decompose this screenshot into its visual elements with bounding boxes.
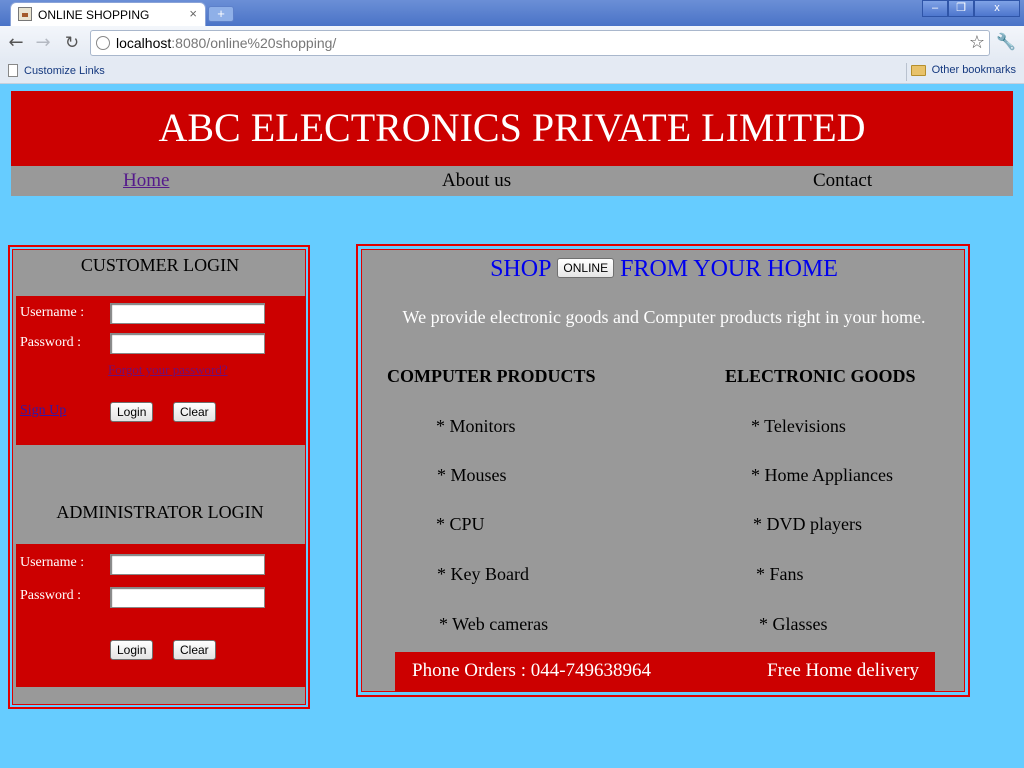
bookmarks-divider <box>906 63 907 81</box>
bookmark-customize-links[interactable]: Customize Links <box>8 64 105 77</box>
free-delivery: Free Home delivery <box>767 660 919 681</box>
computer-products-heading: COMPUTER PRODUCTS <box>387 366 596 386</box>
url-text[interactable]: localhost:8080/online%20shopping/ <box>116 35 336 51</box>
computer-product-item: * CPU <box>436 514 485 534</box>
electronic-good-item: * Home Appliances <box>751 465 893 485</box>
nav-home-link[interactable]: Home <box>123 170 169 192</box>
customer-login-form: Username : Password : Forgot your passwo… <box>16 296 306 445</box>
close-window-button[interactable]: x <box>974 0 1020 17</box>
customer-password-label: Password : <box>20 335 82 350</box>
admin-password-input[interactable] <box>110 587 265 608</box>
shop-panel: SHOP ONLINE FROM YOUR HOME We provide elec… <box>356 244 970 697</box>
customer-login-title: CUSTOMER LOGIN <box>80 255 240 275</box>
customer-login-button[interactable]: Login <box>110 402 154 422</box>
tab-close-icon[interactable]: × <box>189 6 197 21</box>
shop-panel-inner: SHOP ONLINE FROM YOUR HOME We provide elec… <box>361 249 965 692</box>
admin-username-label: Username : <box>20 555 85 570</box>
bookmark-star-icon[interactable]: ☆ <box>969 32 985 53</box>
browser-tab[interactable]: ONLINE SHOPPING × <box>10 2 206 26</box>
shop-heading: SHOP ONLINE FROM YOUR HOME <box>362 256 966 283</box>
back-arrow-icon[interactable]: ← <box>5 32 27 54</box>
nav-about-link[interactable]: About us <box>442 170 511 192</box>
tab-title: ONLINE SHOPPING <box>38 8 150 22</box>
new-tab-button[interactable]: + <box>208 6 234 22</box>
maximize-button[interactable]: ❐ <box>948 0 974 17</box>
customer-password-input[interactable] <box>110 333 265 354</box>
computer-product-item: * Monitors <box>436 416 516 436</box>
admin-login-title: ADMINISTRATOR LOGIN <box>56 502 264 522</box>
nav-contact-link[interactable]: Contact <box>813 170 872 192</box>
browser-titlebar: ONLINE SHOPPING × + – ❐ x <box>0 0 1024 26</box>
shop-tagline: We provide electronic goods and Computer… <box>402 307 926 327</box>
phone-orders: Phone Orders : 044-749638964 <box>412 660 652 681</box>
forgot-password-link[interactable]: Forgot your password? <box>108 362 228 378</box>
customer-username-label: Username : <box>20 305 85 320</box>
shop-footer-bar: Phone Orders : 044-749638964 Free Home d… <box>395 652 935 692</box>
login-panel-inner: CUSTOMER LOGIN Username : Password : For… <box>12 249 306 705</box>
reload-icon[interactable]: ↻ <box>61 32 83 54</box>
customer-username-input[interactable] <box>110 303 265 324</box>
admin-clear-button[interactable]: Clear <box>173 640 216 660</box>
admin-login-button[interactable]: Login <box>110 640 154 660</box>
admin-username-input[interactable] <box>110 554 265 575</box>
wrench-menu-icon[interactable]: 🔧 <box>996 32 1016 51</box>
address-bar[interactable]: localhost:8080/online%20shopping/ ☆ <box>90 30 990 56</box>
page-icon <box>8 64 18 77</box>
electronic-good-item: * Glasses <box>759 614 828 634</box>
computer-product-item: * Web cameras <box>439 614 549 634</box>
computer-product-item: * Key Board <box>437 564 529 584</box>
other-bookmarks-label: Other bookmarks <box>931 64 1016 76</box>
online-button[interactable]: ONLINE <box>557 258 615 279</box>
computer-product-item: * Mouses <box>437 465 507 485</box>
electronic-good-item: * Fans <box>756 564 804 584</box>
signup-link[interactable]: Sign Up <box>20 403 66 419</box>
page-info-icon[interactable] <box>96 36 110 50</box>
page-favicon-icon <box>18 7 32 21</box>
main-nav: Home About us Contact <box>11 166 1013 196</box>
electronic-good-item: * Televisions <box>751 416 846 436</box>
bookmark-label: Customize Links <box>24 64 105 77</box>
admin-password-label: Password : <box>20 588 82 603</box>
shop-heading-end: FROM YOUR HOME <box>620 256 838 282</box>
other-bookmarks[interactable]: Other bookmarks <box>910 64 1016 76</box>
shop-heading-start: SHOP <box>490 256 552 282</box>
forward-arrow-icon[interactable]: → <box>32 32 54 54</box>
bookmarks-bar: Customize Links Other bookmarks <box>0 60 1024 84</box>
login-panel: CUSTOMER LOGIN Username : Password : For… <box>8 245 310 709</box>
minimize-button[interactable]: – <box>922 0 948 17</box>
electronic-good-item: * DVD players <box>753 514 862 534</box>
window-controls: – ❐ x <box>922 0 1020 18</box>
customer-clear-button[interactable]: Clear <box>173 402 216 422</box>
electronic-goods-heading: ELECTRONIC GOODS <box>725 366 916 386</box>
site-banner: ABC ELECTRONICS PRIVATE LIMITED <box>11 91 1013 166</box>
folder-icon <box>910 64 926 76</box>
admin-login-form: Username : Password : Login Clear <box>16 544 306 687</box>
browser-toolbar: ← → ↻ localhost:8080/online%20shopping/ … <box>0 26 1024 60</box>
